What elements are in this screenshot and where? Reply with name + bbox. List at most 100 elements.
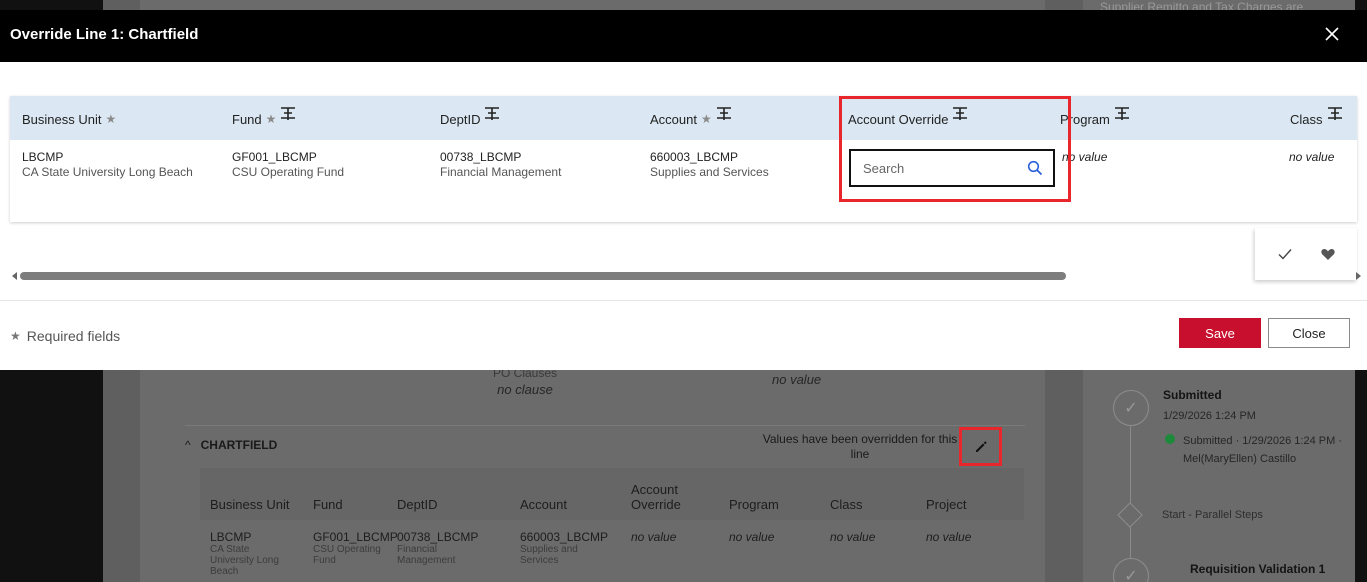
table-cell: GF001_LBCMP CSU Operating Fund (303, 530, 398, 577)
field-value: no value (772, 372, 822, 387)
required-fields-note: ★ Required fields (10, 328, 120, 344)
column-header-label: Program (1060, 111, 1110, 127)
column-header-label: Fund (232, 111, 262, 127)
cell-value: 660003_LBCMP (520, 530, 609, 544)
override-chartfield-modal: Override Line 1: Chartfield Business Uni… (0, 10, 1367, 370)
chartfield-override-grid: Business Unit ★ Fund ★ DeptID Account ★ … (10, 96, 1357, 222)
cell-business-unit: LBCMP CA State University Long Beach (22, 150, 193, 180)
edit-chartfield-button[interactable] (959, 427, 1002, 466)
save-button[interactable]: Save (1179, 318, 1261, 348)
chartfield-section-title: CHARTFIELD (200, 438, 278, 452)
check-icon: ✓ (1124, 568, 1138, 582)
hierarchy-tree-icon[interactable] (1114, 106, 1130, 122)
chevron-up-icon: ^ (185, 438, 191, 452)
cell-value: GF001_LBCMP (313, 530, 398, 544)
heart-icon[interactable] (1320, 246, 1336, 262)
column-header: Program (729, 497, 779, 512)
column-header-class: Class (1290, 104, 1343, 134)
table-cell: no value (631, 530, 677, 544)
cell-value: 660003_LBCMP (650, 150, 739, 164)
account-override-search-input[interactable] (863, 160, 1013, 176)
column-header: Project (926, 497, 967, 512)
table-cell: no value (830, 530, 876, 544)
scroll-left-arrow-icon[interactable] (12, 272, 17, 280)
required-star-icon: ★ (10, 329, 21, 343)
table-row: LBCMP CA State University Long Beach GF0… (200, 520, 1024, 577)
column-header-deptid: DeptID (440, 104, 500, 134)
cell-description: Financial Management (397, 544, 456, 566)
horizontal-scrollbar-thumb[interactable] (20, 272, 1066, 280)
chartfield-table: Business Unit Fund DeptID Account Accoun… (200, 468, 1024, 577)
cell-description: CSU Operating Fund (313, 544, 381, 566)
cell-description: Financial Management (440, 165, 562, 179)
check-icon[interactable] (1277, 246, 1293, 262)
hierarchy-tree-icon[interactable] (280, 106, 296, 122)
column-header-fund: Fund ★ (232, 104, 296, 134)
cell-fund: GF001_LBCMP CSU Operating Fund (232, 150, 344, 180)
cell-description: CA State University Long Beach (210, 544, 279, 577)
timeline-step-title: Submitted (1163, 388, 1222, 402)
cell-account: 660003_LBCMP Supplies and Services (650, 150, 769, 180)
cell-value: LBCMP (210, 530, 252, 544)
cell-description: CSU Operating Fund (232, 165, 345, 179)
cell-description: Supplies and Services (520, 544, 578, 566)
cell-value: 00738_LBCMP (440, 150, 522, 164)
cell-class: no value (1289, 150, 1335, 164)
pencil-icon (975, 440, 987, 452)
modal-title: Override Line 1: Chartfield (10, 26, 199, 43)
search-icon[interactable] (1027, 160, 1043, 176)
hierarchy-tree-icon[interactable] (484, 106, 500, 122)
check-icon: ✓ (1124, 400, 1138, 417)
column-header: Class (830, 497, 863, 512)
column-header: DeptID (397, 497, 438, 512)
divider (0, 300, 1367, 301)
column-header-business-unit: Business Unit ★ (22, 104, 116, 134)
scroll-right-arrow-icon[interactable] (1356, 272, 1361, 280)
po-clauses-value: no clause (497, 382, 553, 397)
table-cell: 660003_LBCMP Supplies and Services (510, 530, 621, 577)
column-header: Account (520, 497, 567, 512)
po-clauses: PO Clauses no clause (430, 366, 620, 397)
timeline-step-title: Requisition Validation 1 (1190, 562, 1326, 576)
table-cell: 00738_LBCMP Financial Management (387, 530, 510, 577)
column-header-label: Class (1290, 111, 1323, 127)
modal-close-button[interactable] (1320, 22, 1344, 46)
column-header-label: Account (650, 111, 697, 127)
cell-description: CA State University Long Beach (22, 165, 193, 179)
timeline-step-date: 1/29/2026 1:24 PM (1163, 410, 1256, 422)
column-header-account-override: Account Override (848, 104, 968, 134)
column-header: Fund (313, 497, 343, 512)
status-dot (1165, 434, 1175, 444)
column-header-label: DeptID (440, 111, 481, 127)
override-note: Values have been overridden for this lin… (762, 432, 958, 461)
cell-value: 00738_LBCMP (397, 530, 479, 544)
chartfield-table-header: Business Unit Fund DeptID Account Accoun… (200, 468, 1024, 520)
chartfield-section-toggle[interactable]: ^ CHARTFIELD (185, 438, 277, 452)
required-star-icon: ★ (265, 112, 277, 126)
required-star-icon: ★ (700, 112, 712, 126)
timeline-step-submitted: ✓ (1113, 390, 1149, 426)
hierarchy-tree-icon[interactable] (1327, 106, 1343, 122)
column-header-program: Program (1060, 104, 1130, 134)
table-cell: no value (729, 530, 775, 544)
cell-description: Supplies and Services (650, 165, 769, 179)
table-cell: no value (926, 530, 972, 544)
column-header-label: Account Override (848, 111, 949, 127)
timeline-line (1130, 402, 1131, 582)
cell-program: no value (1062, 150, 1108, 164)
modal-header: Override Line 1: Chartfield (0, 10, 1367, 62)
column-header-label: Business Unit (22, 111, 102, 127)
cell-value: LBCMP (22, 150, 64, 164)
hierarchy-tree-icon[interactable] (716, 106, 732, 122)
required-star-icon: ★ (105, 112, 117, 126)
timeline-step-title: Start - Parallel Steps (1162, 509, 1263, 521)
close-button[interactable]: Close (1268, 318, 1350, 348)
table-cell: LBCMP CA State University Long Beach (200, 530, 303, 577)
row-actions-popover (1255, 228, 1357, 280)
account-override-search (849, 149, 1055, 187)
close-icon (1325, 27, 1339, 41)
cell-value: GF001_LBCMP (232, 150, 317, 164)
column-header: Business Unit (210, 497, 290, 512)
column-header: Account Override (631, 482, 681, 512)
hierarchy-tree-icon[interactable] (952, 106, 968, 122)
